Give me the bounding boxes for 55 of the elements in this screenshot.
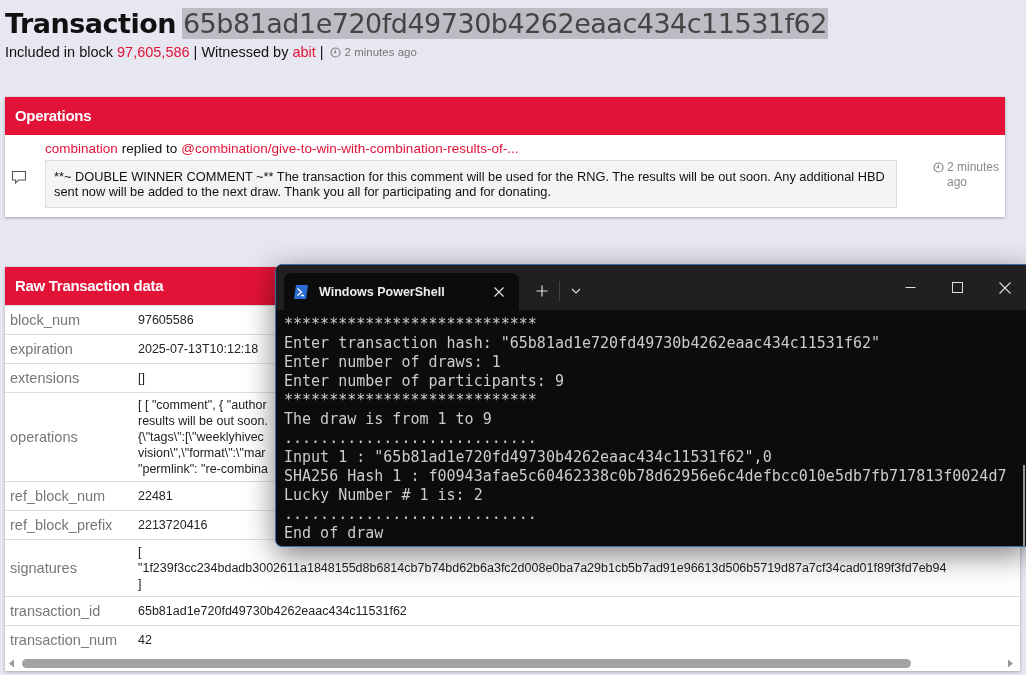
field-name: signatures (9, 559, 78, 578)
close-icon[interactable] (999, 281, 1011, 294)
terminal-tab[interactable]: Windows PowerShell (284, 273, 519, 310)
plus-icon[interactable] (536, 285, 548, 297)
console-line: **************************** (284, 391, 537, 410)
page-title: Transaction (5, 8, 176, 39)
reply-label: replied to (121, 141, 178, 156)
card-header: Operations (5, 97, 1005, 135)
transaction-hash: 65b81ad1e720fd49730b4262eaac434c11531f62 (181, 8, 828, 39)
maximize-icon[interactable] (952, 282, 963, 293)
field-value: 42 (138, 632, 152, 648)
post-link[interactable]: @combination/give-to-win-with-combination-results-of-... (181, 141, 519, 156)
console-line: **************************** (284, 315, 537, 334)
field-name: extensions (9, 369, 81, 388)
console-line: Enter number of draws: 1 (284, 353, 501, 372)
author-link[interactable]: combination (45, 141, 118, 156)
console-line: ............................ (284, 429, 537, 448)
console-line: SHA256 Hash 1 : f00943afae5c60462338c0b78d62956e6c4defbcc010e5db7fb717813f0024d7 (284, 467, 1007, 486)
separator: | (193, 44, 198, 60)
field-value: [] (138, 370, 145, 386)
comment-body: **~ DOUBLE WINNER COMMENT ~** The transaction for this comment will be used for the RNG. The results will be out soon. Any additional HBD sent now will be added to the next draw. Thank you all for participating and for donating. (45, 160, 897, 208)
separator: | (319, 44, 324, 60)
field-value: 2025-07-13T10:12:18 (138, 341, 259, 357)
field-name: transaction_num (9, 631, 119, 650)
console-line: Enter number of participants: 9 (284, 372, 564, 391)
clock-icon (933, 162, 944, 173)
console-line: Input 1 : "65b81ad1e720fd49730b4262eaac434c11531f62",0 (284, 448, 772, 467)
field-value: 22481 (138, 488, 173, 504)
comment-icon (11, 170, 27, 184)
console-line: Lucky Number # 1 is: 2 (284, 486, 483, 505)
powershell-icon (293, 283, 309, 300)
field-value: [ "1f239f3cc234bdadb3002611a1848155d8b6814cb7b74bd62b6a3fc2d008e0ba7a29b1cb5b7ad91e96613d506b5719d87a7cf34cad01f89f3fd7eb94 ] (138, 544, 947, 592)
console-line: End of draw (284, 524, 384, 543)
field-value: [ [ "comment", { "author results will be out soon. {\"tags\":[\"weeklyhivec vision\",\"format\":\"mar "permlink": "re-combina (138, 397, 269, 477)
timestamp: 2 minutes ago (344, 46, 417, 58)
field-value: 2213720416 (138, 517, 208, 533)
witness-label: Witnessed by (201, 44, 289, 60)
field-name: operations (9, 428, 79, 447)
field-name: block_num (9, 311, 82, 330)
block-label: Included in block (5, 44, 113, 60)
chevron-down-icon[interactable] (571, 288, 581, 294)
clock-icon (329, 46, 341, 58)
field-name: ref_block_num (9, 487, 107, 506)
field-value: 65b81ad1e720fd49730b4262eaac434c11531f62 (138, 603, 407, 619)
block-link[interactable]: 97,605,586 (117, 44, 190, 60)
field-name: transaction_id (9, 602, 102, 621)
witness-link[interactable]: abit (292, 44, 316, 60)
timestamp: 2 minutes ago (947, 160, 1001, 190)
field-name: ref_block_prefix (9, 516, 114, 535)
field-value: 97605586 (138, 312, 194, 328)
console-line: ............................ (284, 505, 537, 524)
console-line: The draw is from 1 to 9 (284, 410, 492, 429)
console-line: Enter transaction hash: "65b81ad1e720fd49730b4262eaac434c11531f62" (284, 334, 881, 353)
close-icon[interactable] (493, 285, 505, 298)
field-name: expiration (9, 340, 74, 359)
